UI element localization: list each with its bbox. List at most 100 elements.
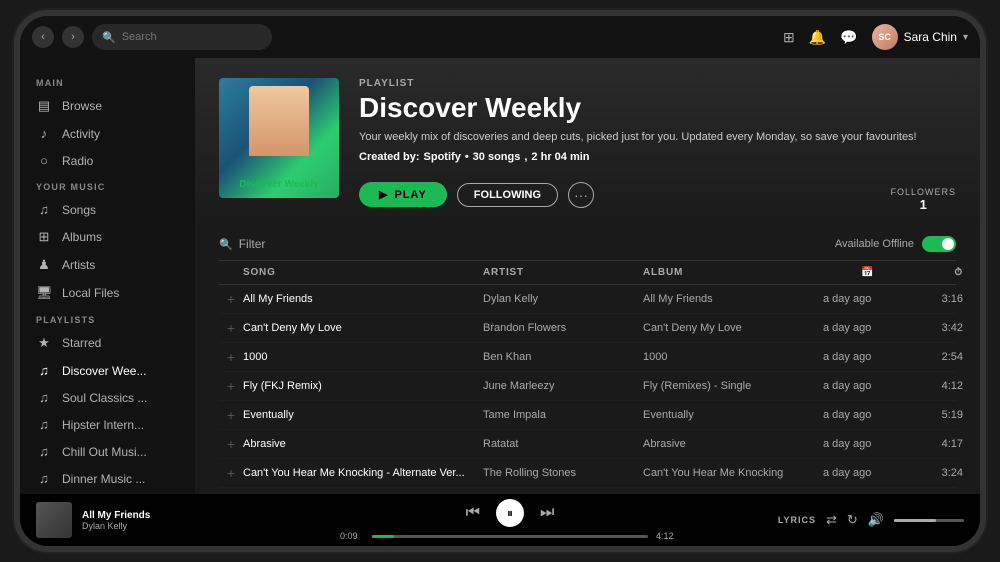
followers-label: FOLLOWERS [890,187,956,197]
user-menu[interactable]: SC Sara Chin ▾ [872,24,968,50]
sidebar-label-hipster: Hipster Intern... [62,418,144,432]
star-icon: ★ [36,335,52,351]
sidebar-label-radio: Radio [62,154,93,168]
track-artist-4: Tame Impala [483,409,643,421]
sidebar-label-starred: Starred [62,336,101,350]
search-input[interactable] [122,31,262,43]
playlist-desc: Your weekly mix of discoveries and deep … [359,130,956,145]
col-duration-icon: ⏱ [913,267,963,278]
bottom-player: All My Friends Dylan Kelly ⏮ ⏸ ⏭ 0:09 4:… [20,494,980,546]
bell-icon[interactable]: 🔔 [809,29,826,46]
filter-label: Filter [239,237,266,251]
shuffle-icon[interactable]: ⇄ [826,512,837,528]
play-icon: ▶ [379,188,388,201]
add-track-icon[interactable]: + [219,291,243,307]
message-icon[interactable]: 💬 [840,29,857,46]
volume-icon[interactable]: 🔊 [868,512,884,528]
sidebar-item-browse[interactable]: ▤ Browse [20,92,195,120]
player-song: All My Friends [82,510,150,521]
progress-bar[interactable] [372,535,648,538]
following-button[interactable]: FOLLOWING [457,183,558,207]
sidebar-item-artists[interactable]: ♟ Artists [20,251,195,279]
volume-bar[interactable] [894,519,964,522]
songs-icon: ♫ [36,202,52,217]
track-artist-0: Dylan Kelly [483,293,643,305]
add-track-icon[interactable]: + [219,320,243,336]
track-song-4: Eventually [243,409,483,421]
chevron-down-icon: ▾ [963,32,968,43]
sidebar-item-radio[interactable]: ○ Radio [20,147,195,174]
sidebar-item-dinner[interactable]: ♫ Dinner Music ... [20,465,195,492]
back-button[interactable]: ‹ [32,26,54,48]
add-track-icon[interactable]: + [219,407,243,423]
content-area: Discover Weekly PLAYLIST Discover Weekly… [195,58,980,494]
track-album-6: Can't You Hear Me Knocking [643,467,823,479]
track-duration-5: 4:17 [913,438,963,450]
col-artist: ARTIST [483,267,643,278]
track-date-4: a day ago [823,409,913,421]
filter-box: 🔍 Filter [219,237,265,251]
sidebar-item-activity[interactable]: ♪ Activity [20,120,195,147]
track-date-0: a day ago [823,293,913,305]
table-row[interactable]: + Can't You Hear Me Knocking - Alternate… [219,459,956,488]
table-row[interactable]: + Eventually Tame Impala Eventually a da… [219,401,956,430]
track-date-6: a day ago [823,467,913,479]
more-options-button[interactable]: ··· [568,182,594,208]
pause-button[interactable]: ⏸ [496,499,524,527]
grid-icon[interactable]: ⊞ [783,29,795,46]
sidebar-label-browse: Browse [62,99,102,113]
activity-icon: ♪ [36,126,52,141]
sidebar-item-chillout[interactable]: ♫ Chill Out Musi... [20,438,195,465]
sidebar-item-local-files[interactable]: 🖥 Local Files [20,279,195,307]
add-track-icon[interactable]: + [219,436,243,452]
sidebar-item-starred[interactable]: ★ Starred [20,329,195,357]
playlist-type: PLAYLIST [359,78,956,89]
next-button[interactable]: ⏭ [540,504,554,522]
track-album-5: Abrasive [643,438,823,450]
dot-separator: • [465,151,469,163]
playlist-actions: ▶ PLAY FOLLOWING ··· FOLLOWERS 1 [359,177,956,212]
table-row[interactable]: + All My Friends Dylan Kelly All My Frie… [219,285,956,314]
add-track-icon[interactable]: + [219,349,243,365]
sidebar-item-hipster[interactable]: ♫ Hipster Intern... [20,411,195,438]
play-button[interactable]: ▶ PLAY [359,182,447,207]
track-artist-5: Ratatat [483,438,643,450]
table-row[interactable]: + Fly (FKJ Remix) June Marleezy Fly (Rem… [219,372,956,401]
lyrics-button[interactable]: LYRICS [778,515,816,525]
sidebar-label-albums: Albums [62,230,102,244]
search-box: 🔍 [92,24,272,50]
forward-button[interactable]: › [62,26,84,48]
table-row[interactable]: + Can't Deny My Love Brandon Flowers Can… [219,314,956,343]
sidebar-item-soul[interactable]: ♫ Soul Classics ... [20,384,195,411]
player-controls: ⏮ ⏸ ⏭ [466,499,555,527]
sidebar-label-discover: Discover Wee... [62,364,146,378]
cover-child-figure [249,86,309,156]
player-artist: Dylan Kelly [82,521,150,531]
offline-toggle[interactable] [922,236,956,252]
sidebar-label-activity: Activity [62,127,100,141]
sidebar-item-discover[interactable]: ♫ Discover Wee... [20,357,195,384]
add-track-icon[interactable]: + [219,378,243,394]
track-song-1: Can't Deny My Love [243,322,483,334]
track-date-2: a day ago [823,351,913,363]
add-track-icon[interactable]: + [219,465,243,481]
player-center: ⏮ ⏸ ⏭ 0:09 4:12 [256,499,764,541]
track-date-1: a day ago [823,322,913,334]
playlist-meta: PLAYLIST Discover Weekly Your weekly mix… [359,78,956,212]
track-song-2: 1000 [243,351,483,363]
table-row[interactable]: + 1000 Ben Khan 1000 a day ago 2:54 [219,343,956,372]
radio-icon: ○ [36,153,52,168]
col-album: ALBUM [643,267,823,278]
prev-button[interactable]: ⏮ [466,504,480,522]
track-artist-2: Ben Khan [483,351,643,363]
sidebar-item-songs[interactable]: ♫ Songs [20,196,195,223]
repeat-icon[interactable]: ↻ [847,512,858,528]
song-count: 30 songs [473,151,521,163]
table-row[interactable]: + Abrasive Ratatat Abrasive a day ago 4:… [219,430,956,459]
playlist-info: Created by: Spotify • 30 songs , 2 hr 04… [359,151,956,163]
sidebar-item-albums[interactable]: ⊞ Albums [20,223,195,251]
progress-fill [372,535,394,538]
col-date-icon: 📅 [823,267,913,278]
sidebar-label-artists: Artists [62,258,95,272]
progress-area: 0:09 4:12 [340,531,680,541]
